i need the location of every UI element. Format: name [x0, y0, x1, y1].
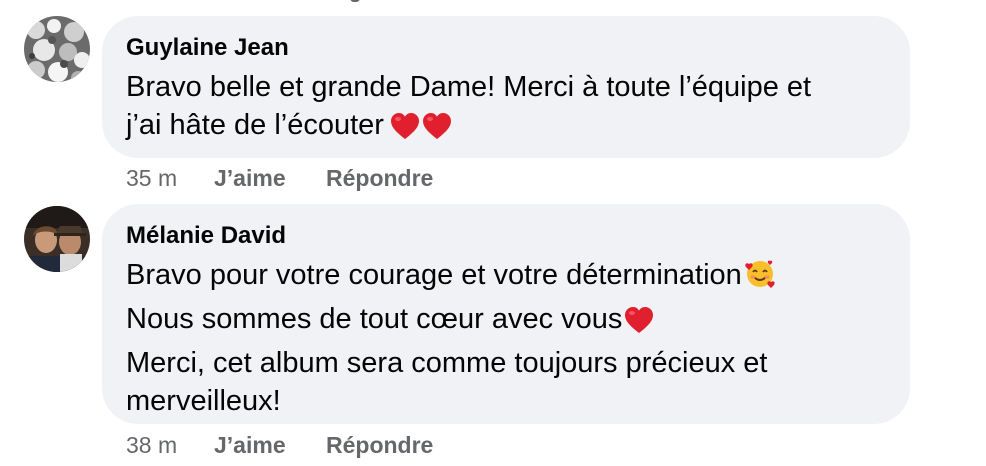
red-heart-icon — [624, 306, 654, 344]
like-button[interactable]: J’aime — [214, 164, 326, 192]
comment-text-line: Bravo belle et grande Dame! Merci à tout… — [126, 71, 812, 103]
comment-author[interactable]: Mélanie David — [126, 222, 886, 250]
comment-text-line-with-emoji: j’ai hâte de l’écouter — [126, 106, 886, 150]
comment-text-line: Nous sommes de tout cœur avec vous — [126, 303, 623, 335]
comment-author[interactable]: Guylaine Jean — [126, 34, 886, 62]
avatar[interactable] — [24, 206, 90, 272]
like-button[interactable]: J’aime — [214, 431, 326, 459]
comment-text-line-with-emoji: Bravo pour votre courage et votre déterm… — [126, 256, 886, 300]
comment-bubble: Mélanie David Bravo pour votre courage e… — [102, 204, 910, 424]
comment-timestamp[interactable]: 38 m — [126, 431, 214, 459]
comment-text-line: merveilleux! — [126, 385, 281, 417]
avatar[interactable] — [24, 16, 90, 82]
avatar-image — [24, 206, 90, 272]
reply-button[interactable]: Répondre — [326, 164, 433, 192]
comment-text-line: Bravo pour votre courage et votre déterm… — [126, 259, 742, 291]
comment-actions: 38 m J’aime Répondre — [126, 431, 433, 459]
avatar-image — [24, 16, 90, 82]
red-heart-icon — [422, 112, 452, 150]
previous-comment-edge — [350, 0, 360, 2]
comment-actions: 35 m J’aime Répondre — [126, 164, 433, 192]
reply-button[interactable]: Répondre — [326, 431, 433, 459]
smiling-face-with-hearts-icon — [744, 258, 776, 300]
red-heart-icon — [390, 112, 420, 150]
comment-timestamp[interactable]: 35 m — [126, 164, 214, 192]
comment-text-line: j’ai hâte de l’écouter — [126, 109, 384, 141]
comment-bubble: Guylaine Jean Bravo belle et grande Dame… — [102, 16, 910, 158]
comment-text-line: Merci, cet album sera comme toujours pré… — [126, 347, 768, 379]
comment-text-line-with-emoji: Nous sommes de tout cœur avec vous — [126, 300, 886, 344]
